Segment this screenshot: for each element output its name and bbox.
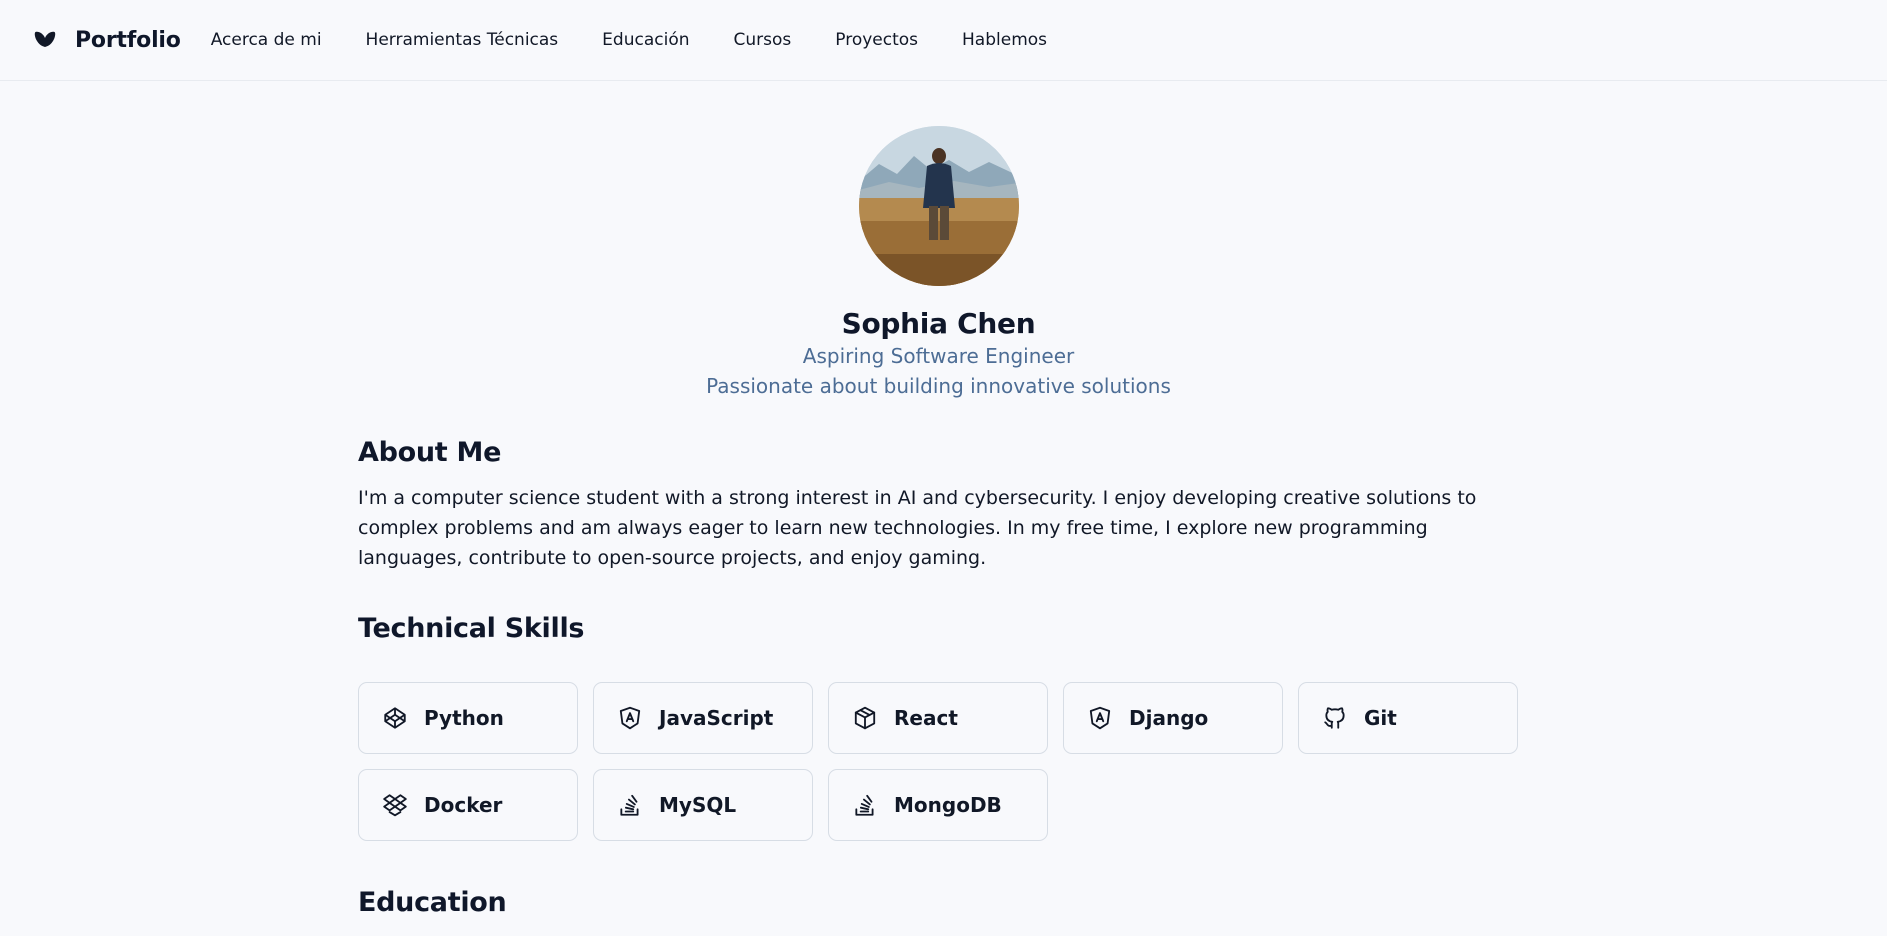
nav-link-hablemos[interactable]: Hablemos (962, 30, 1047, 50)
profile-name: Sophia Chen (841, 307, 1036, 340)
top-navbar: Portfolio Acerca de mi Herramientas Técn… (0, 0, 1887, 81)
education-heading: Education (358, 887, 507, 918)
angular-icon (1086, 704, 1114, 732)
nav-link-cursos[interactable]: Cursos (734, 30, 792, 50)
education-section: Education (358, 887, 1519, 918)
codepen-icon (381, 704, 409, 732)
stack-overflow-icon (851, 791, 879, 819)
skill-card-javascript[interactable]: JavaScript (593, 682, 813, 754)
box-icon (851, 704, 879, 732)
skill-card-mysql[interactable]: MySQL (593, 769, 813, 841)
skill-label: MySQL (659, 793, 737, 817)
avatar (858, 126, 1019, 286)
skill-label: Django (1129, 706, 1209, 730)
skill-label: MongoDB (894, 793, 1002, 817)
main-content: Sophia Chen Aspiring Software Engineer P… (358, 81, 1519, 918)
skill-label: React (894, 706, 958, 730)
about-heading: About Me (358, 437, 502, 468)
profile-tagline: Passionate about building innovative sol… (706, 374, 1171, 398)
nav-link-educacion[interactable]: Educación (602, 30, 689, 50)
skill-label: Python (424, 706, 504, 730)
skills-heading: Technical Skills (358, 613, 585, 644)
nav-link-proyectos[interactable]: Proyectos (835, 30, 918, 50)
skill-label: Docker (424, 793, 503, 817)
skills-grid: Python JavaScript React Django Git Docke… (358, 682, 1519, 841)
skill-card-react[interactable]: React (828, 682, 1048, 754)
profile-hero: Sophia Chen Aspiring Software Engineer P… (358, 81, 1519, 401)
dropbox-icon (381, 791, 409, 819)
profile-title: Aspiring Software Engineer (802, 344, 1075, 368)
skill-label: Git (1364, 706, 1397, 730)
about-text: I'm a computer science student with a st… (358, 487, 1477, 569)
skills-section: Technical Skills Python JavaScript React… (358, 613, 1519, 841)
skill-card-git[interactable]: Git (1298, 682, 1518, 754)
stack-overflow-icon (616, 791, 644, 819)
skill-card-python[interactable]: Python (358, 682, 578, 754)
butterfly-logo-icon[interactable] (33, 28, 57, 52)
skill-card-mongodb[interactable]: MongoDB (828, 769, 1048, 841)
nav-link-acerca[interactable]: Acerca de mi (211, 30, 322, 50)
brand-title[interactable]: Portfolio (75, 28, 181, 53)
skill-card-django[interactable]: Django (1063, 682, 1283, 754)
main-nav: Acerca de mi Herramientas Técnicas Educa… (211, 30, 1047, 50)
nav-link-herramientas[interactable]: Herramientas Técnicas (366, 30, 559, 50)
skill-label: JavaScript (659, 706, 774, 730)
about-section: About Me I'm a computer science student … (358, 437, 1519, 573)
github-icon (1321, 704, 1349, 732)
angular-icon (616, 704, 644, 732)
skill-card-docker[interactable]: Docker (358, 769, 578, 841)
